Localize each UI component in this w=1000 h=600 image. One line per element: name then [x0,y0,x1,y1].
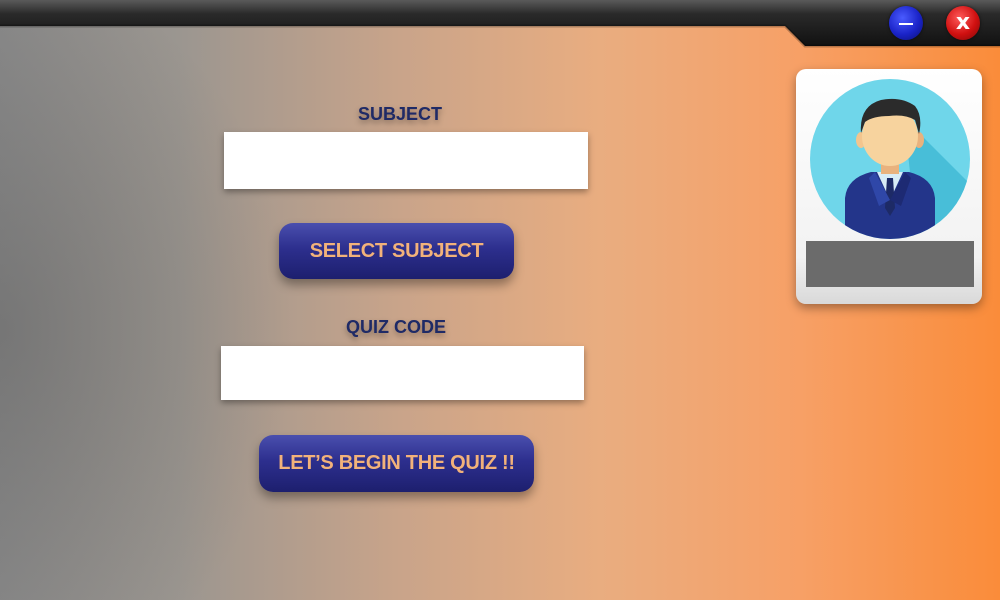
subject-label: SUBJECT [357,104,442,124]
close-button[interactable]: x [946,6,980,40]
user-avatar-icon [810,79,970,239]
profile-name-box [806,241,974,287]
profile-card [796,69,982,304]
minimize-button[interactable] [889,6,923,40]
minimize-icon [899,23,913,25]
title-bar-shape [0,0,1000,48]
quiz-code-input[interactable] [221,346,584,400]
subject-input[interactable] [224,132,588,189]
quiz-code-label: QUIZ CODE [345,317,446,337]
title-bar[interactable]: x [0,0,1000,48]
select-subject-button[interactable]: SELECT SUBJECT [279,223,514,279]
begin-quiz-button[interactable]: LET’S BEGIN THE QUIZ !! [259,435,534,492]
close-icon: x [955,10,971,35]
